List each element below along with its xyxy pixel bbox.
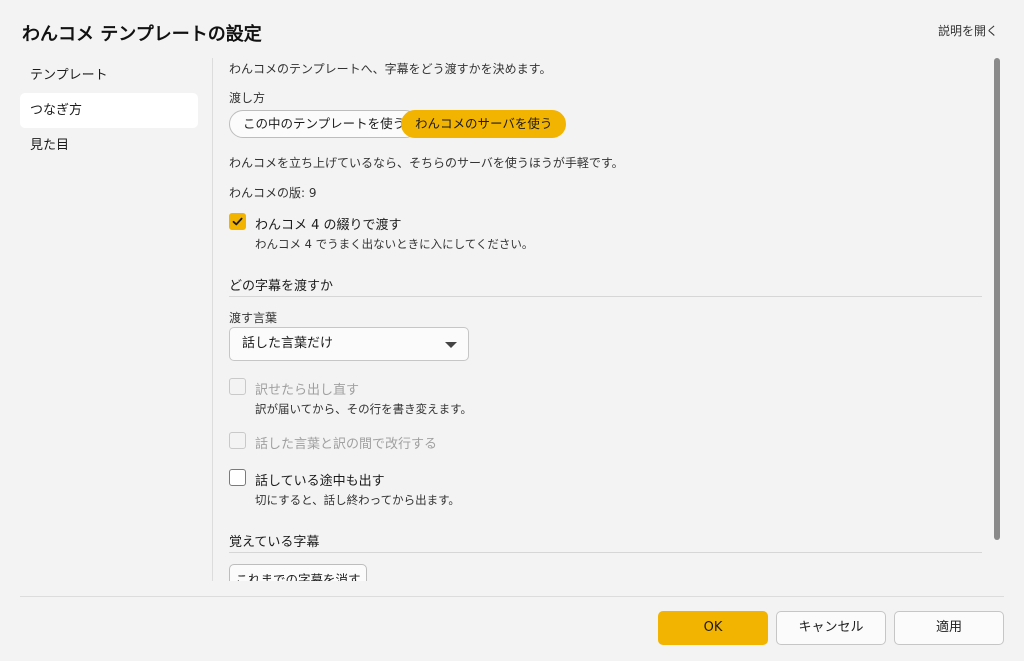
chevron-down-icon xyxy=(445,342,457,348)
sidebar: テンプレート つなぎ方 見た目 xyxy=(20,58,198,163)
v4-checkbox-label[interactable]: わんコメ 4 の綴りで渡す xyxy=(255,214,402,233)
partial-checkbox[interactable] xyxy=(229,469,246,486)
delivery-option-builtin[interactable]: この中のテンプレートを使う xyxy=(229,110,420,138)
clear-history-button[interactable]: これまでの字幕を消す xyxy=(229,564,367,581)
section-heading-which: どの字幕を渡すか xyxy=(229,279,334,294)
partial-checkbox-label[interactable]: 話している途中も出す xyxy=(255,470,385,489)
sidebar-item-template[interactable]: テンプレート xyxy=(20,58,198,93)
apply-button[interactable]: 適用 xyxy=(894,611,1004,645)
partial-checkbox-desc: 切にすると、話し終わってから出ます。 xyxy=(255,493,460,507)
footer-divider xyxy=(20,596,1004,597)
v4-checkbox-desc: わんコメ 4 でうまく出ないときに入にしてください。 xyxy=(255,237,534,251)
resend-checkbox-desc: 訳が届いてから、その行を書き変えます。 xyxy=(255,402,473,416)
intro-text: わんコメのテンプレートへ、字幕をどう渡すかを決めます。 xyxy=(229,62,552,76)
checkmark-icon xyxy=(232,217,243,226)
sidebar-item-connection[interactable]: つなぎ方 xyxy=(20,93,198,128)
dialog-title: わんコメ テンプレートの設定 xyxy=(22,24,262,45)
delivery-hint: わんコメを立ち上げているなら、そちらのサーバを使うほうが手軽です。 xyxy=(229,156,624,170)
version-text: わんコメの版: 9 xyxy=(229,186,317,200)
settings-panel: わんコメのテンプレートへ、字幕をどう渡すかを決めます。 渡し方 この中のテンプレ… xyxy=(213,58,988,581)
words-select[interactable]: 話した言葉だけ xyxy=(229,327,469,361)
section-divider xyxy=(229,552,982,553)
words-label: 渡す言葉 xyxy=(229,311,278,325)
resend-checkbox[interactable] xyxy=(229,378,246,395)
delivery-label: 渡し方 xyxy=(229,91,266,105)
help-link[interactable]: 説明を開く xyxy=(938,22,998,39)
scrollbar-thumb[interactable] xyxy=(994,58,1000,540)
v4-checkbox[interactable] xyxy=(229,213,246,230)
delivery-option-server[interactable]: わんコメのサーバを使う xyxy=(401,110,567,138)
section-heading-memory: 覚えている字幕 xyxy=(229,535,320,550)
sidebar-item-appearance[interactable]: 見た目 xyxy=(20,128,198,163)
words-select-value: 話した言葉だけ xyxy=(242,336,334,351)
cancel-button[interactable]: キャンセル xyxy=(776,611,886,645)
newline-checkbox-label[interactable]: 話した言葉と訳の間で改行する xyxy=(255,433,437,452)
section-divider xyxy=(229,296,982,297)
newline-checkbox[interactable] xyxy=(229,432,246,449)
resend-checkbox-label[interactable]: 訳せたら出し直す xyxy=(255,379,359,398)
ok-button[interactable]: OK xyxy=(658,611,768,645)
